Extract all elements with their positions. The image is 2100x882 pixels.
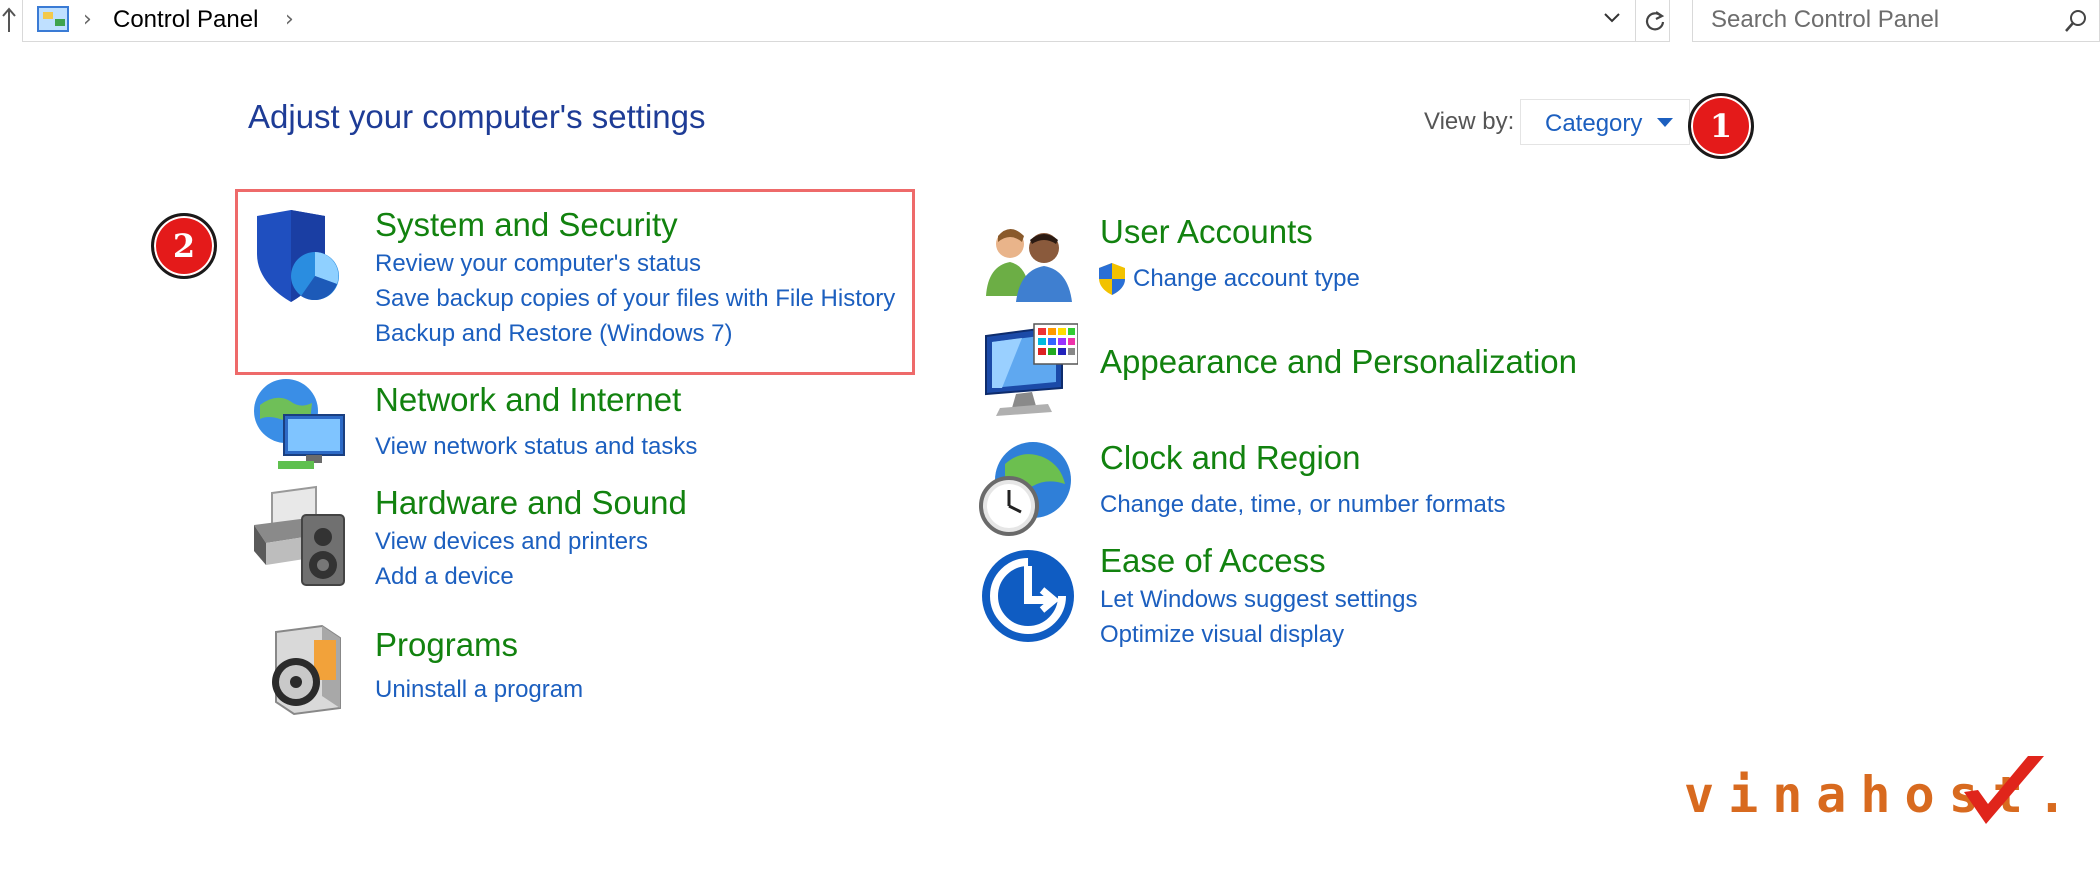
vinahost-watermark: vinahost. bbox=[1684, 752, 2067, 832]
view-by-label: View by: bbox=[1424, 108, 1515, 135]
breadcrumb-control-panel[interactable]: Control Panel bbox=[113, 5, 258, 35]
address-toolbar: › Control Panel › bbox=[0, 0, 2100, 42]
control-panel-icon bbox=[37, 6, 69, 32]
link-file-history[interactable]: Save backup copies of your files with Fi… bbox=[375, 285, 895, 313]
link-change-account-type[interactable]: Change account type bbox=[1133, 265, 1360, 293]
link-uninstall-program[interactable]: Uninstall a program bbox=[375, 676, 583, 704]
programs-disc-icon[interactable] bbox=[262, 622, 346, 716]
category-clock-and-region[interactable]: Clock and Region bbox=[1100, 439, 1361, 477]
clock-globe-icon[interactable] bbox=[975, 438, 1075, 538]
category-user-accounts[interactable]: User Accounts bbox=[1100, 213, 1313, 251]
link-date-time-formats[interactable]: Change date, time, or number formats bbox=[1100, 491, 1506, 519]
refresh-icon[interactable] bbox=[1635, 0, 1673, 42]
chevron-right-icon[interactable]: › bbox=[285, 5, 294, 35]
chevron-right-icon[interactable]: › bbox=[83, 5, 92, 35]
shield-icon[interactable] bbox=[253, 208, 349, 306]
caret-down-icon[interactable] bbox=[1657, 118, 1673, 127]
category-hardware-and-sound[interactable]: Hardware and Sound bbox=[375, 484, 687, 522]
checkmark-logo-icon bbox=[1964, 756, 2044, 824]
link-add-device[interactable]: Add a device bbox=[375, 563, 514, 591]
link-optimize-display[interactable]: Optimize visual display bbox=[1100, 621, 1344, 649]
view-by-dropdown[interactable]: Category bbox=[1520, 99, 1690, 145]
category-ease-of-access[interactable]: Ease of Access bbox=[1100, 542, 1326, 580]
category-system-and-security[interactable]: System and Security bbox=[375, 206, 678, 244]
page-title: Adjust your computer's settings bbox=[248, 98, 706, 135]
uac-shield-icon bbox=[1097, 262, 1127, 296]
printer-speaker-icon[interactable] bbox=[250, 485, 350, 589]
link-backup-restore[interactable]: Backup and Restore (Windows 7) bbox=[375, 320, 733, 348]
address-bar[interactable]: › Control Panel › bbox=[22, 0, 1670, 42]
users-icon[interactable] bbox=[982, 222, 1074, 302]
link-devices-printers[interactable]: View devices and printers bbox=[375, 528, 648, 556]
ease-of-access-icon[interactable] bbox=[980, 548, 1076, 644]
category-programs[interactable]: Programs bbox=[375, 626, 518, 664]
monitor-palette-icon[interactable] bbox=[982, 322, 1079, 418]
link-windows-suggest[interactable]: Let Windows suggest settings bbox=[1100, 586, 1418, 614]
link-network-status[interactable]: View network status and tasks bbox=[375, 433, 697, 461]
up-arrow-icon[interactable] bbox=[0, 4, 18, 34]
network-globe-icon[interactable] bbox=[250, 375, 350, 471]
link-review-status[interactable]: Review your computer's status bbox=[375, 250, 701, 278]
view-by-value[interactable]: Category bbox=[1545, 110, 1642, 138]
search-input[interactable] bbox=[1711, 5, 2041, 35]
search-box[interactable] bbox=[1692, 0, 2100, 42]
annotation-badge-1: 1 bbox=[1688, 93, 1754, 159]
annotation-badge-2: 2 bbox=[151, 213, 217, 279]
category-appearance-and-personalization[interactable]: Appearance and Personalization bbox=[1100, 343, 1577, 381]
category-network-and-internet[interactable]: Network and Internet bbox=[375, 381, 681, 419]
chevron-down-icon[interactable] bbox=[1597, 6, 1627, 36]
search-icon[interactable] bbox=[2063, 8, 2089, 34]
